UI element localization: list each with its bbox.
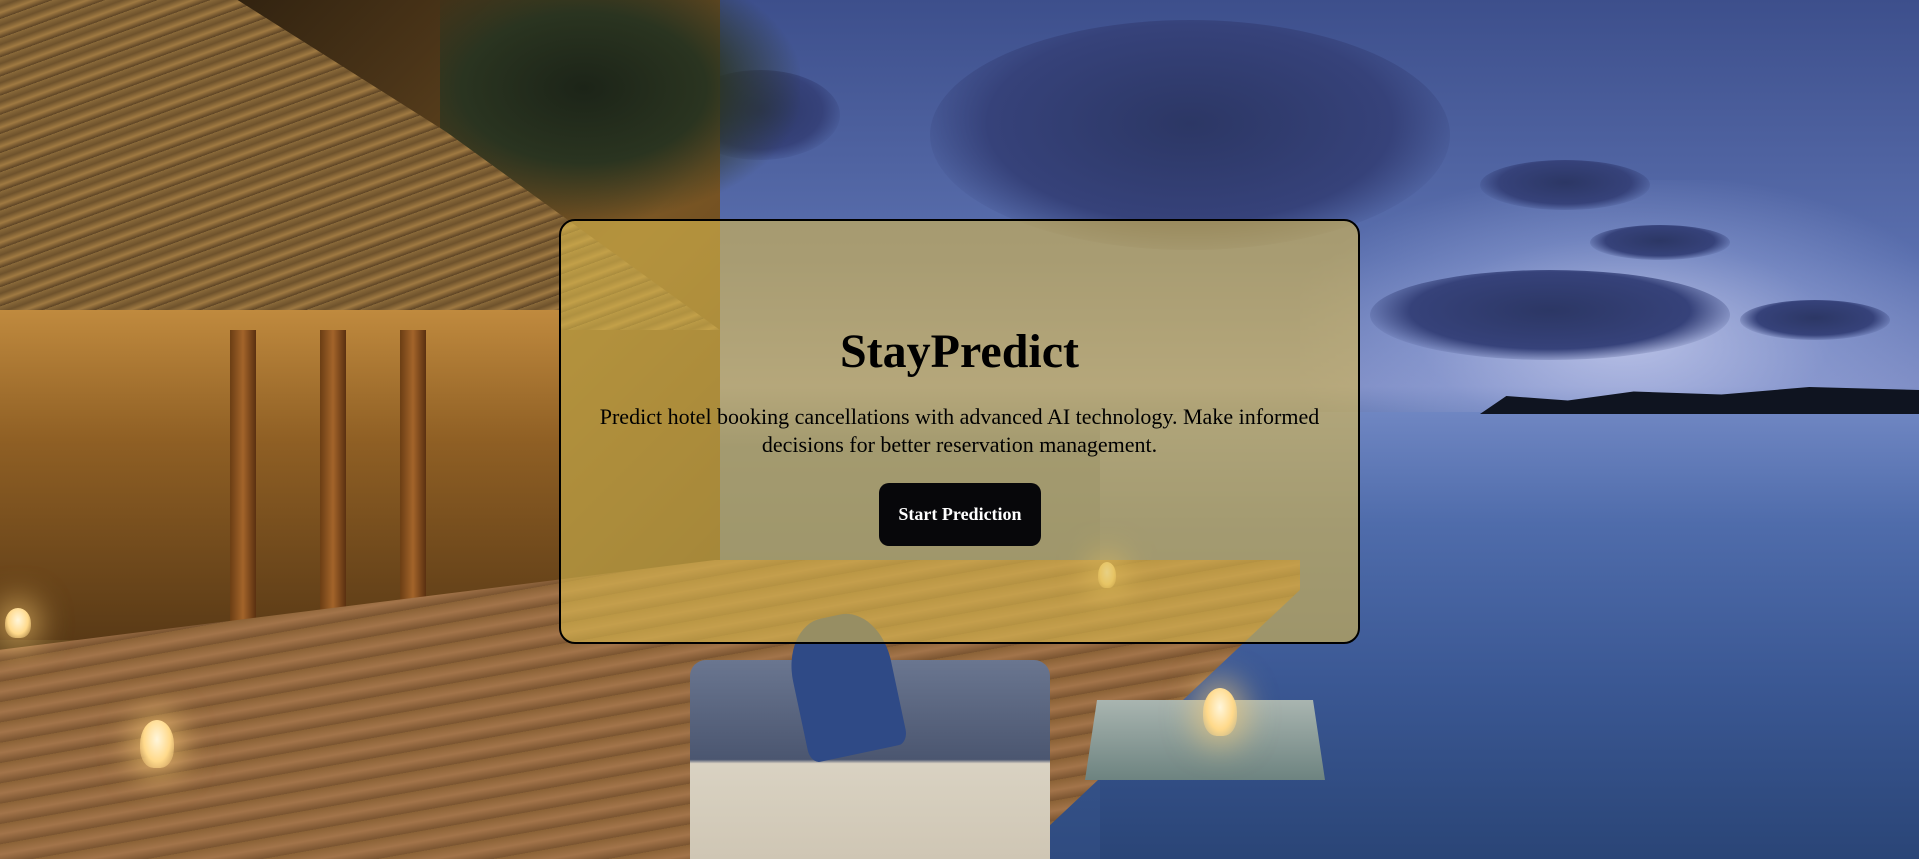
cloud — [1370, 270, 1730, 360]
page-background: StayPredict Predict hotel booking cancel… — [0, 0, 1919, 859]
app-title: StayPredict — [839, 325, 1080, 378]
candle-lamp — [140, 720, 174, 768]
cloud — [930, 20, 1450, 250]
cloud — [1740, 300, 1890, 340]
candle-lamp — [1203, 688, 1237, 736]
hero-tagline: Predict hotel booking cancellations with… — [599, 404, 1320, 457]
hero-card: StayPredict Predict hotel booking cancel… — [559, 219, 1360, 644]
cloud — [1590, 225, 1730, 260]
cloud — [1480, 160, 1650, 210]
start-prediction-button[interactable]: Start Prediction — [879, 483, 1041, 546]
candle-lamp — [5, 608, 31, 638]
